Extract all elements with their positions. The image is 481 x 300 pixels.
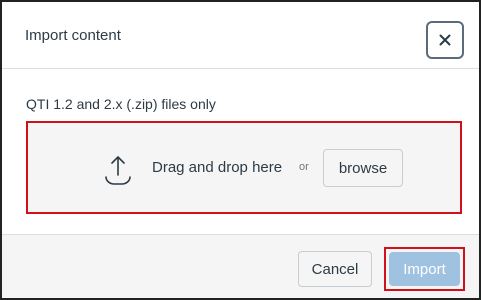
import-button[interactable]: Import bbox=[389, 252, 460, 286]
browse-button[interactable]: browse bbox=[323, 149, 403, 187]
cancel-button[interactable]: Cancel bbox=[298, 251, 372, 287]
dialog-header: Import content bbox=[2, 2, 479, 69]
dialog-title: Import content bbox=[25, 27, 121, 44]
drag-drop-label: Drag and drop here bbox=[152, 159, 283, 176]
close-icon bbox=[439, 34, 451, 46]
upload-icon bbox=[105, 156, 131, 185]
dialog-footer: Cancel Import bbox=[2, 234, 479, 298]
or-separator: or bbox=[299, 161, 309, 173]
import-content-dialog: Import content QTI 1.2 and 2.x (.zip) fi… bbox=[0, 0, 481, 300]
file-type-hint: QTI 1.2 and 2.x (.zip) files only bbox=[26, 96, 216, 112]
import-button-highlight: Import bbox=[384, 247, 465, 291]
file-dropzone[interactable]: Drag and drop here or browse bbox=[26, 121, 462, 214]
close-button[interactable] bbox=[426, 21, 464, 59]
